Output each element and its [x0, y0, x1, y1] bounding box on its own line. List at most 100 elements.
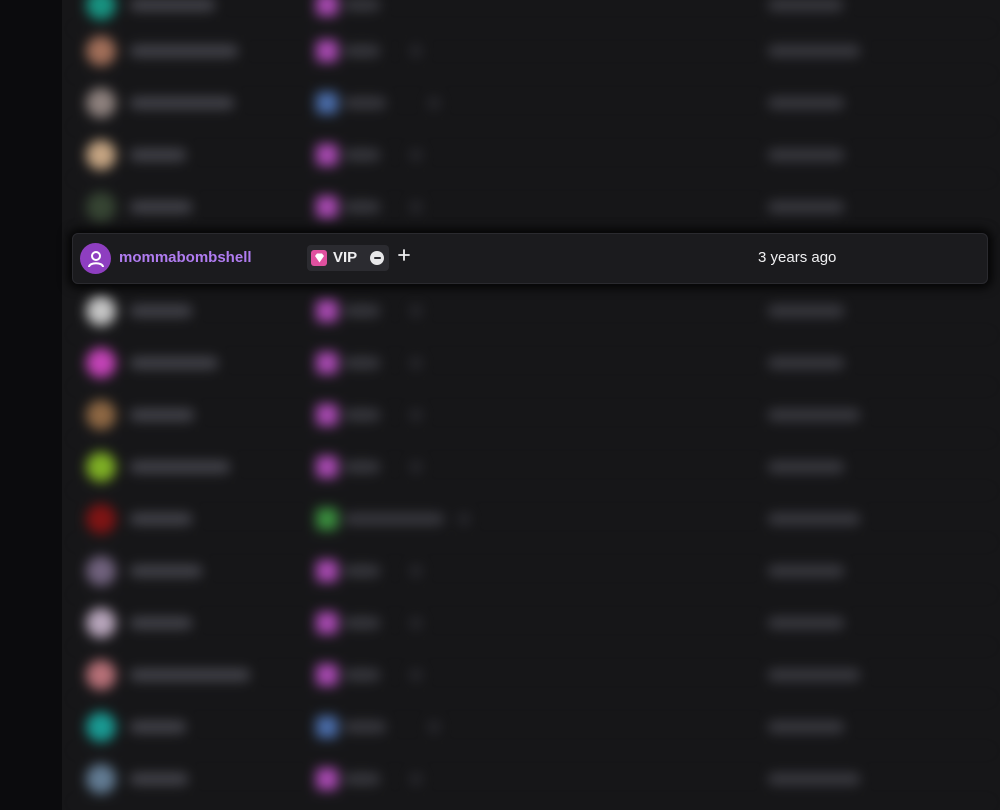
username-placeholder	[130, 357, 218, 369]
table-row-focused[interactable]: mommabombshell VIP 3 years ago	[72, 233, 988, 284]
avatar	[86, 140, 116, 170]
badge-icon	[316, 352, 338, 374]
table-row[interactable]	[72, 132, 992, 179]
badge-placeholder	[344, 0, 380, 11]
minus-circle-icon[interactable]	[370, 251, 384, 265]
add-placeholder	[410, 45, 422, 57]
badge-icon	[316, 144, 338, 166]
badge-placeholder	[344, 565, 380, 577]
badge-icon	[316, 300, 338, 322]
add-placeholder	[410, 149, 422, 161]
badge-placeholder	[344, 201, 380, 213]
avatar	[86, 296, 116, 326]
badge-placeholder	[344, 409, 380, 421]
add-placeholder	[410, 357, 422, 369]
username-link[interactable]: mommabombshell	[119, 249, 252, 266]
badge-icon	[316, 664, 338, 686]
date-placeholder	[768, 721, 844, 733]
username-placeholder	[130, 565, 202, 577]
add-placeholder	[428, 97, 440, 109]
add-placeholder	[410, 617, 422, 629]
badge-placeholder	[344, 45, 380, 57]
username-placeholder	[130, 305, 192, 317]
add-placeholder	[410, 565, 422, 577]
avatar	[86, 764, 116, 794]
table-row[interactable]	[72, 28, 992, 75]
table-row[interactable]	[72, 80, 992, 127]
username-placeholder	[130, 617, 192, 629]
badge-icon	[316, 456, 338, 478]
avatar[interactable]	[80, 243, 111, 274]
add-placeholder	[410, 201, 422, 213]
avatar	[86, 452, 116, 482]
avatar	[86, 348, 116, 378]
username-placeholder	[130, 409, 194, 421]
add-placeholder	[410, 669, 422, 681]
date-placeholder	[768, 461, 844, 473]
badge-icon	[316, 612, 338, 634]
user-list-table	[62, 0, 1000, 810]
table-row[interactable]	[72, 288, 992, 335]
username-placeholder	[130, 669, 250, 681]
avatar	[86, 192, 116, 222]
badge-icon	[316, 716, 338, 738]
username-placeholder	[130, 461, 230, 473]
avatar	[86, 88, 116, 118]
table-row[interactable]	[72, 548, 992, 595]
table-row[interactable]	[72, 756, 992, 803]
blurred-user-rows	[62, 0, 1000, 810]
vip-badge: VIP	[307, 245, 389, 271]
table-row[interactable]	[72, 496, 992, 543]
username-placeholder	[130, 149, 186, 161]
add-placeholder	[410, 461, 422, 473]
table-row[interactable]	[72, 392, 992, 439]
avatar	[86, 504, 116, 534]
avatar	[86, 0, 116, 20]
table-row[interactable]	[72, 184, 992, 231]
badge-icon	[316, 196, 338, 218]
date-placeholder	[768, 149, 844, 161]
date-placeholder	[768, 97, 844, 109]
date-placeholder	[768, 565, 844, 577]
badge-icon	[316, 508, 338, 530]
username-placeholder	[130, 201, 192, 213]
date-placeholder	[768, 201, 844, 213]
add-placeholder	[410, 409, 422, 421]
date-placeholder	[768, 357, 844, 369]
date-placeholder	[768, 513, 860, 525]
page-left-gutter	[0, 0, 62, 810]
date-placeholder	[768, 409, 860, 421]
table-row[interactable]	[72, 704, 992, 751]
user-silhouette-icon	[87, 250, 104, 267]
badge-placeholder	[344, 773, 380, 785]
table-row[interactable]	[72, 600, 992, 647]
plus-icon[interactable]	[397, 248, 411, 262]
badge-icon	[316, 560, 338, 582]
badge-icon	[316, 404, 338, 426]
badge-icon	[316, 92, 338, 114]
badge-placeholder	[344, 97, 386, 109]
badge-placeholder	[344, 357, 380, 369]
gem-icon	[311, 250, 327, 266]
badge-icon	[316, 40, 338, 62]
username-placeholder	[130, 97, 234, 109]
add-placeholder	[428, 721, 440, 733]
date-placeholder	[768, 617, 844, 629]
table-row[interactable]	[72, 0, 992, 29]
avatar	[86, 400, 116, 430]
badge-placeholder	[344, 149, 380, 161]
date-placeholder	[768, 773, 860, 785]
username-placeholder	[130, 721, 186, 733]
date-placeholder	[768, 0, 843, 11]
table-row[interactable]	[72, 444, 992, 491]
avatar	[86, 660, 116, 690]
username-placeholder	[130, 45, 238, 57]
table-row[interactable]	[72, 652, 992, 699]
table-row[interactable]	[72, 340, 992, 387]
avatar	[86, 608, 116, 638]
badge-icon	[316, 768, 338, 790]
username-placeholder	[130, 513, 192, 525]
avatar	[86, 36, 116, 66]
badge-placeholder	[344, 513, 444, 525]
avatar	[86, 556, 116, 586]
